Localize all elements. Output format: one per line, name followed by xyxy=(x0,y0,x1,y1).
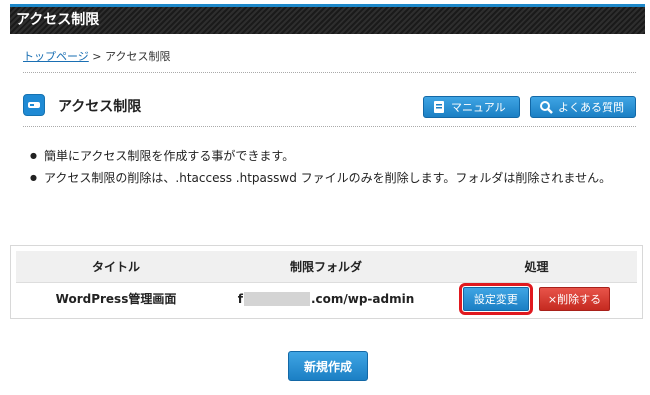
page-header-title: アクセス制限 xyxy=(16,12,100,28)
breadcrumb-separator: > xyxy=(88,50,105,63)
note-item: 簡単にアクセス制限を作成する事ができます。 xyxy=(30,145,620,167)
divider xyxy=(23,72,636,73)
delete-button[interactable]: ×削除する xyxy=(538,286,611,311)
breadcrumb-home-link[interactable]: トップページ xyxy=(23,50,89,63)
divider xyxy=(23,126,636,127)
column-header-title: タイトル xyxy=(16,251,216,283)
column-header-actions: 処理 xyxy=(436,251,637,283)
manual-icon xyxy=(432,100,446,114)
manual-button-label: マニュアル xyxy=(451,101,506,114)
redacted-domain xyxy=(243,292,310,306)
section-title: アクセス制限 xyxy=(58,99,142,115)
row-actions: 設定変更 ×削除する xyxy=(436,282,637,315)
table-row: WordPress管理画面 f .com/wp-admin 設定変更 ×削除する xyxy=(16,282,637,315)
access-table: タイトル 制限フォルダ 処理 WordPress管理画面 f .com/wp-ad… xyxy=(10,245,643,319)
create-new-button[interactable]: 新規作成 xyxy=(288,351,368,381)
notes-list: 簡単にアクセス制限を作成する事ができます。 アクセス制限の削除は、.htacce… xyxy=(30,145,620,189)
create-new-label: 新規作成 xyxy=(303,359,352,374)
edit-settings-button[interactable]: 設定変更 xyxy=(458,282,533,315)
manual-button[interactable]: マニュアル xyxy=(423,96,520,118)
column-header-folder: 制限フォルダ xyxy=(216,251,436,283)
note-item: アクセス制限の削除は、.htaccess .htpasswd ファイルのみを削除… xyxy=(30,167,620,189)
faq-button[interactable]: よくある質問 xyxy=(530,96,636,118)
search-icon xyxy=(539,100,553,114)
row-folder: f .com/wp-admin xyxy=(216,282,436,315)
key-icon xyxy=(23,94,45,116)
breadcrumb: トップページ > アクセス制限 xyxy=(23,48,170,64)
faq-button-label: よくある質問 xyxy=(558,101,624,114)
folder-suffix: .com/wp-admin xyxy=(310,291,415,306)
table-header-row: タイトル 制限フォルダ 処理 xyxy=(16,251,637,283)
breadcrumb-current: アクセス制限 xyxy=(105,50,171,63)
page-header: アクセス制限 xyxy=(10,4,645,34)
folder-prefix: f xyxy=(237,291,243,306)
row-title: WordPress管理画面 xyxy=(55,292,177,307)
